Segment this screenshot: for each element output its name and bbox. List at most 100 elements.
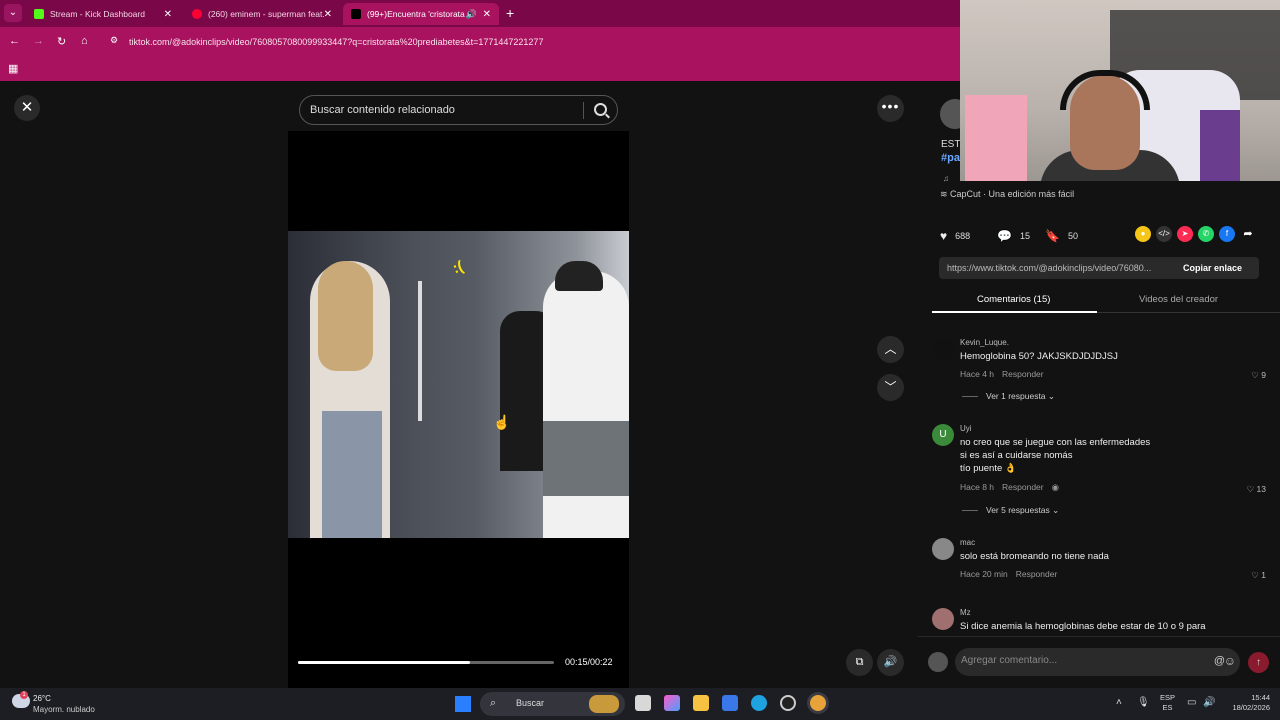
tab-search-button[interactable]: ⌄ — [4, 4, 22, 22]
reload-icon[interactable]: ↻ — [57, 35, 66, 48]
tab-label: Stream - Kick Dashboard — [50, 9, 145, 19]
copy-link-button[interactable]: Copiar enlace — [1183, 263, 1242, 273]
chair-accent — [1200, 110, 1240, 181]
like-button[interactable]: ♥ 688 — [940, 229, 970, 243]
comment-like-button[interactable]: ♡ 13 — [1247, 484, 1266, 495]
video-frame[interactable]: :( ☝ — [288, 231, 629, 538]
picture-in-picture-icon[interactable]: ⧉ — [846, 649, 873, 676]
file-explorer-icon[interactable] — [693, 695, 709, 711]
chevron-up-icon[interactable]: ˄ — [1116, 697, 1122, 708]
avatar[interactable] — [932, 608, 954, 630]
url-field[interactable]: tiktok.com/@adokinclips/video/7608057080… — [129, 37, 543, 47]
video-progress-bar[interactable] — [298, 661, 554, 664]
save-count: 50 — [1067, 231, 1078, 241]
comment-item: Mz Si dice anemia la hemoglobinas debe e… — [932, 608, 1268, 636]
microphone-icon[interactable]: 🎙 — [1137, 697, 1150, 708]
tab-kick-dashboard[interactable]: Stream - Kick Dashboard ✕ — [26, 3, 180, 25]
comment-like-button[interactable]: ♡ 9 — [1251, 370, 1266, 381]
close-tab-icon[interactable]: ✕ — [483, 9, 491, 20]
caption-hashtag[interactable]: #pa — [941, 152, 960, 164]
speaker-icon[interactable]: 🔊 — [466, 9, 477, 20]
volume-icon[interactable]: 🔊 — [1203, 697, 1215, 708]
share-icon[interactable]: ➦ — [1240, 226, 1256, 242]
close-tab-icon[interactable]: ✕ — [324, 9, 332, 20]
view-replies-button[interactable]: Ver 5 respuestas ⌄ — [962, 505, 1059, 516]
hair — [318, 261, 373, 371]
avatar[interactable]: U — [932, 424, 954, 446]
kick-icon — [34, 9, 44, 19]
comment-line: solo está bromeando no tiene nada — [960, 551, 1109, 562]
apps-grid-icon[interactable]: ▦ — [8, 62, 18, 75]
browser-window: ⌄ Stream - Kick Dashboard ✕ (260) eminem… — [0, 0, 960, 81]
video-player[interactable]: :( ☝ 00:15/00:22 — [288, 131, 629, 688]
avatar[interactable] — [932, 538, 954, 560]
weather-desc[interactable]: Mayorm. nublado — [33, 705, 95, 714]
search-placeholder: Buscar contenido relacionado — [310, 104, 455, 116]
emoji-icon[interactable]: ☺ — [1224, 654, 1236, 668]
search-input[interactable]: Buscar contenido relacionado — [299, 95, 618, 125]
comment-icon: 💬 — [997, 229, 1012, 243]
forward-icon[interactable]: → — [33, 35, 44, 47]
coin-icon[interactable]: ● — [1135, 226, 1151, 242]
comment-author[interactable]: Mz — [960, 608, 971, 617]
new-tab-button[interactable]: + — [506, 5, 514, 21]
reply-button[interactable]: Responder — [1016, 569, 1058, 579]
task-view-icon[interactable] — [635, 695, 651, 711]
facebook-icon[interactable]: f — [1219, 226, 1235, 242]
heart-outline-icon: ♡ — [1246, 484, 1257, 494]
send-comment-button[interactable]: ↑ — [1248, 652, 1269, 673]
site-info-icon[interactable]: ⚙ — [110, 35, 118, 46]
tab-tiktok[interactable]: (99+)Encuentra 'cristorata p 🔊 ✕ — [343, 3, 499, 25]
close-icon[interactable]: ✕ — [14, 95, 40, 121]
view-replies-button[interactable]: Ver 1 respuesta ⌄ — [962, 391, 1055, 402]
capcut-link[interactable]: ≋ CapCut · Una edición más fácil — [940, 189, 1074, 200]
home-icon[interactable]: ⌂ — [81, 35, 88, 47]
edge-icon[interactable] — [751, 695, 767, 711]
close-tab-icon[interactable]: ✕ — [164, 9, 172, 20]
send-icon[interactable]: ➤ — [1177, 226, 1193, 242]
volume-icon[interactable]: 🔊 — [877, 649, 904, 676]
taskbar-search[interactable]: ⌕ Buscar — [480, 692, 625, 716]
reply-button[interactable]: Responder — [1002, 482, 1044, 492]
video-link[interactable]: https://www.tiktok.com/@adokinclips/vide… — [947, 263, 1169, 273]
video-overlay-text: :( — [450, 257, 466, 278]
youtube-icon — [192, 9, 202, 19]
comment-like-count: 9 — [1261, 370, 1266, 380]
whatsapp-icon[interactable]: ✆ — [1198, 226, 1214, 242]
tab-creator-videos[interactable]: Videos del creador — [1139, 294, 1218, 305]
avatar[interactable] — [932, 338, 954, 360]
comment-line: tío puente 👌 — [960, 463, 1017, 474]
comment-count: 15 — [1019, 231, 1030, 241]
comment-button[interactable]: 💬 15 — [997, 229, 1030, 243]
reply-button[interactable]: Responder — [1002, 369, 1044, 379]
network-icon[interactable]: ▭ — [1187, 697, 1196, 708]
comment-input[interactable]: Agregar comentario... — [955, 648, 1240, 676]
steam-icon[interactable] — [780, 695, 796, 711]
tab-youtube[interactable]: (260) eminem - superman feat. ✕ — [184, 3, 340, 25]
back-icon[interactable]: ← — [9, 35, 20, 47]
chrome-icon[interactable] — [810, 695, 826, 711]
store-icon[interactable] — [722, 695, 738, 711]
chevron-down-icon: ⌄ — [1052, 505, 1060, 515]
search-icon[interactable] — [594, 103, 607, 116]
comment-item: U Uyi no creo que se juegue con las enfe… — [932, 424, 1268, 524]
comment-like-button[interactable]: ♡ 1 — [1251, 570, 1266, 581]
comment-author[interactable]: Uyi — [960, 424, 972, 433]
comment-author[interactable]: Kevin_Luque. — [960, 338, 1009, 347]
chevron-down-icon[interactable]: ﹀ — [877, 374, 904, 401]
language-indicator[interactable]: ESP ES — [1160, 693, 1175, 713]
copilot-icon[interactable] — [664, 695, 680, 711]
windows-start-icon[interactable] — [455, 696, 471, 712]
chevron-up-icon[interactable]: ︿ — [877, 336, 904, 363]
bookmark-icon: 🔖 — [1045, 229, 1060, 243]
tab-comments[interactable]: Comentarios (15) — [977, 294, 1050, 305]
embed-icon[interactable]: </> — [1156, 226, 1172, 242]
weather-temp[interactable]: 26°C — [33, 694, 51, 703]
cap — [555, 261, 603, 291]
save-button[interactable]: 🔖 50 — [1045, 229, 1078, 243]
clock[interactable]: 15:44 18/02/2026 — [1224, 693, 1270, 713]
more-options-icon[interactable]: ••• — [877, 95, 904, 122]
clock-time: 15:44 — [1251, 693, 1270, 702]
comment-author[interactable]: mac — [960, 538, 975, 547]
active-tab-indicator — [932, 311, 1097, 313]
